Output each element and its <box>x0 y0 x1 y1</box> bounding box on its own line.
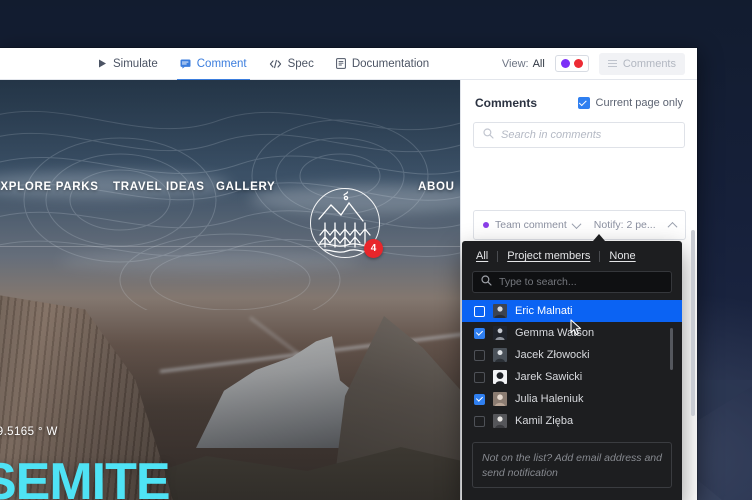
member-checkbox[interactable] <box>474 327 485 339</box>
hero-coordinates: 19.5165 ° W <box>0 426 58 438</box>
top-toolbar: Simulate Comment Spec Documentation View… <box>0 48 697 81</box>
comment-pin-count: 4 <box>370 243 377 254</box>
member-checkbox[interactable] <box>474 415 485 427</box>
nav-link-travel-ideas[interactable]: TRAVEL IDEAS <box>113 181 205 193</box>
notify-dropdown-trigger[interactable]: Notify: 2 pe... <box>594 219 656 231</box>
comment-type-dropdown[interactable]: Team comment <box>483 218 582 231</box>
member-row-kamil-zieba[interactable]: Kamil Zięba <box>462 410 682 432</box>
comment-pin-badge[interactable]: 4 <box>364 239 383 258</box>
avatar-icon <box>493 392 507 406</box>
member-row-gemma-watson[interactable]: Gemma Watson <box>462 322 682 344</box>
app-window: Simulate Comment Spec Documentation View… <box>0 48 697 500</box>
tab-comment-label: Comment <box>196 57 247 70</box>
tab-comment[interactable]: Comment <box>176 48 250 81</box>
member-row-eric-malnati[interactable]: Eric Malnati <box>462 300 682 322</box>
color-dot-red[interactable] <box>573 59 583 68</box>
comment-bubble-icon <box>180 59 191 69</box>
website-hero-image: EXPLORE PARKS TRAVEL IDEAS GALLERY ABOU <box>0 80 460 500</box>
image-vignette <box>0 80 460 500</box>
quick-filter-none[interactable]: None <box>600 250 644 262</box>
comments-toggle-button[interactable]: Comments <box>598 52 685 75</box>
prototype-preview[interactable]: EXPLORE PARKS TRAVEL IDEAS GALLERY ABOU <box>0 80 460 500</box>
member-row-jacek-zlowocki[interactable]: Jacek Złowocki <box>462 344 682 366</box>
nav-divider-rule <box>0 246 460 247</box>
member-list-scrollbar[interactable] <box>670 328 673 370</box>
nav-link-explore-parks[interactable]: EXPLORE PARKS <box>0 181 99 193</box>
tab-simulate[interactable]: Simulate <box>98 48 158 80</box>
document-icon <box>335 58 346 69</box>
add-email-note-placeholder: Not on the list? Add email address and s… <box>482 452 662 480</box>
member-search-field[interactable]: Type to search... <box>472 271 672 293</box>
avatar-icon <box>493 414 507 428</box>
comment-type-label: Team comment <box>495 219 567 231</box>
member-list[interactable]: Eric Malnati Gemma Watson Jacek Złowocki <box>462 300 682 434</box>
search-icon <box>481 273 492 291</box>
member-name: Jacek Złowocki <box>515 349 590 361</box>
tab-documentation[interactable]: Documentation <box>335 48 430 80</box>
panel-scrollbar[interactable] <box>691 230 695 416</box>
toolbar-tabs: Simulate Comment Spec Documentation <box>98 48 430 81</box>
tab-spec-label: Spec <box>287 57 314 70</box>
dropdown-arrow <box>593 234 605 241</box>
color-dot-purple[interactable] <box>560 59 570 68</box>
play-icon <box>98 59 107 68</box>
comments-search-placeholder: Search in comments <box>501 129 602 141</box>
hero-title-line1: SEMITE <box>0 453 171 500</box>
code-brackets-icon <box>269 59 282 69</box>
member-name: Gemma Watson <box>515 327 595 339</box>
current-page-only-toggle[interactable]: Current page only <box>577 97 683 109</box>
comments-panel-header: Comments Current page only <box>461 80 697 110</box>
member-name: Kamil Zięba <box>515 415 574 427</box>
view-color-dots[interactable] <box>554 55 589 72</box>
member-row-jarek-sawicki[interactable]: Jarek Sawicki <box>462 366 682 388</box>
nav-link-gallery[interactable]: GALLERY <box>216 181 275 193</box>
toolbar-right-group: View: All Comments <box>501 52 685 75</box>
comment-type-dot-icon <box>483 222 489 228</box>
member-name: Julia Haleniuk <box>515 393 584 405</box>
quick-filter-row: All Project members None <box>462 241 682 271</box>
member-checkbox[interactable] <box>474 305 485 317</box>
member-checkbox[interactable] <box>474 393 485 405</box>
add-email-note-field[interactable]: Not on the list? Add email address and s… <box>472 442 672 488</box>
member-search-placeholder: Type to search... <box>499 276 577 288</box>
comments-search-field[interactable]: Search in comments <box>473 122 685 148</box>
member-name: Eric Malnati <box>515 305 573 317</box>
website-nav: EXPLORE PARKS TRAVEL IDEAS GALLERY ABOU <box>0 170 460 204</box>
chevron-down-icon <box>571 218 582 229</box>
tab-simulate-label: Simulate <box>113 57 158 70</box>
notify-members-dropdown: All Project members None Type to search.… <box>462 241 682 500</box>
tab-documentation-label: Documentation <box>351 57 430 70</box>
nav-link-about[interactable]: ABOU <box>418 181 455 193</box>
member-name: Jarek Sawicki <box>515 371 583 383</box>
avatar-icon <box>493 370 507 384</box>
member-checkbox[interactable] <box>474 349 485 361</box>
comment-composer-bar: Team comment Notify: 2 pe... <box>473 210 686 240</box>
comments-toggle-label: Comments <box>622 57 676 70</box>
current-page-only-label: Current page only <box>595 97 683 109</box>
notify-label: Notify: 2 pe... <box>593 219 656 231</box>
hamburger-icon <box>607 60 617 67</box>
view-label: View: <box>501 57 529 70</box>
member-checkbox[interactable] <box>474 371 485 383</box>
avatar-icon <box>493 348 507 362</box>
search-icon <box>483 126 494 144</box>
member-row-julia-haleniuk[interactable]: Julia Haleniuk <box>462 388 682 410</box>
page-title: Comments <box>475 96 538 110</box>
quick-filter-all[interactable]: All <box>476 250 497 262</box>
quick-filter-project-members[interactable]: Project members <box>498 250 599 262</box>
avatar-icon <box>493 304 507 318</box>
current-page-only-checkbox[interactable] <box>577 97 590 109</box>
view-value[interactable]: All <box>533 58 545 70</box>
chevron-up-icon[interactable] <box>667 221 678 232</box>
avatar-icon <box>493 326 507 340</box>
tab-spec[interactable]: Spec <box>269 48 314 80</box>
